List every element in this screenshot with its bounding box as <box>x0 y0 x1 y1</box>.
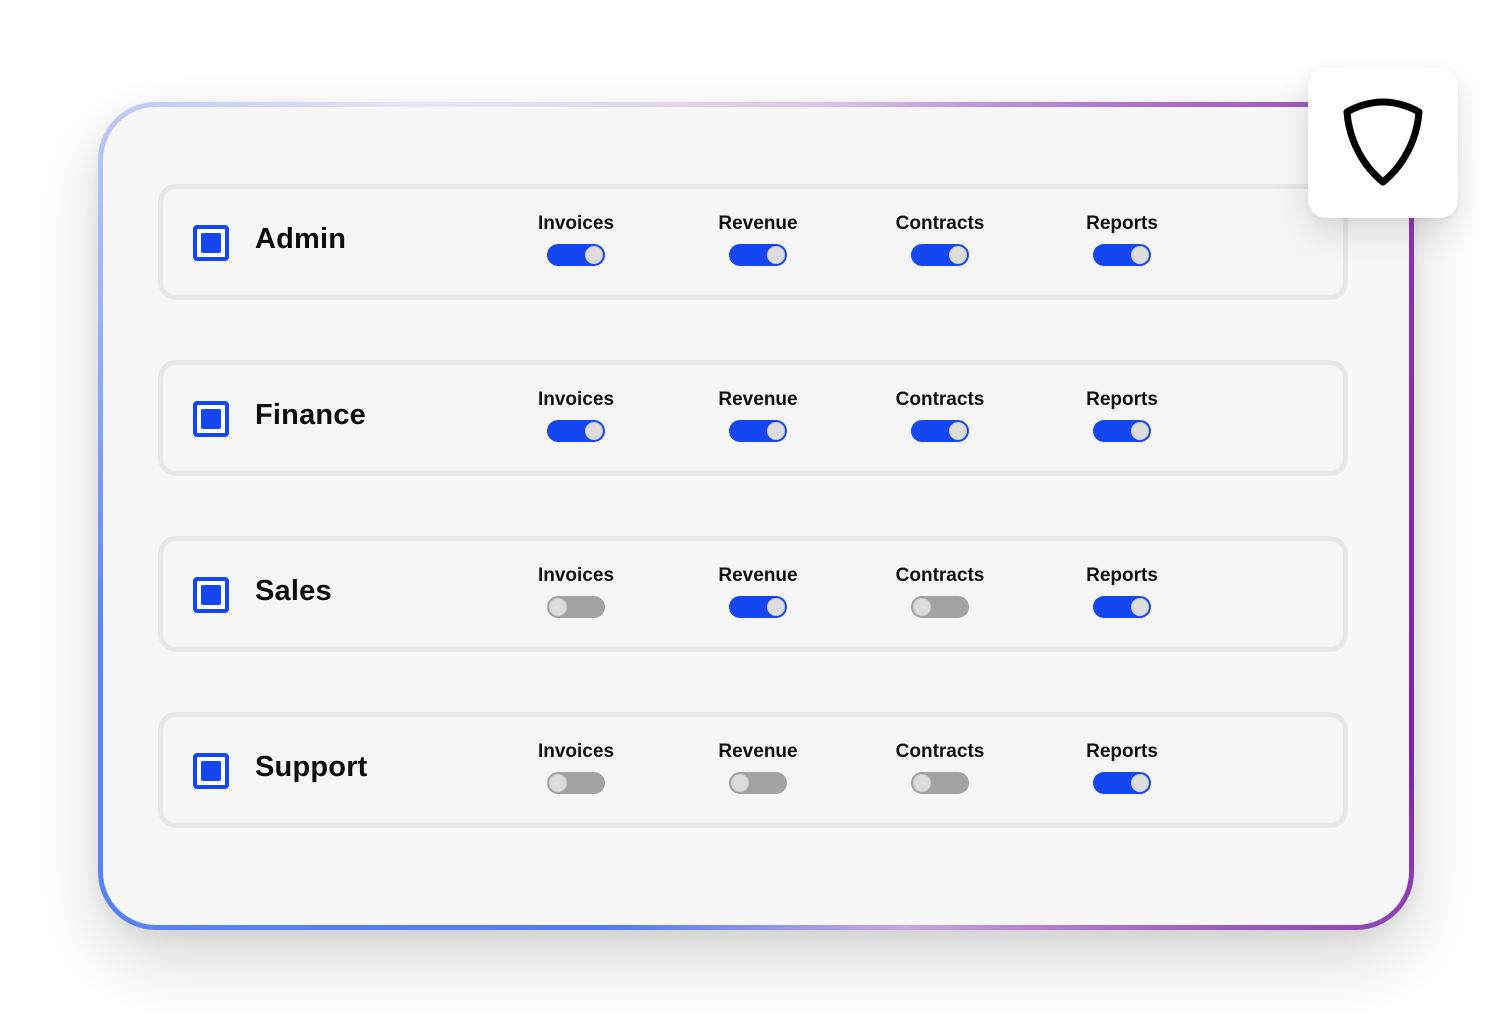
permission-toggle[interactable] <box>911 596 969 618</box>
role-checkbox[interactable] <box>193 577 229 613</box>
permission-label: Revenue <box>718 565 798 586</box>
checkbox-checked-mark <box>201 585 221 605</box>
security-badge <box>1308 68 1458 218</box>
permission-toggle[interactable] <box>911 772 969 794</box>
permission-toggle[interactable] <box>729 772 787 794</box>
permission-reports: Reports <box>1052 213 1192 266</box>
role-name: Admin <box>255 223 347 255</box>
permission-label: Reports <box>1086 565 1158 586</box>
permission-label: Invoices <box>537 565 615 586</box>
permission-label: Revenue <box>718 389 798 410</box>
toggle-knob <box>585 422 603 440</box>
toggle-knob <box>549 598 567 616</box>
permission-contracts: Contracts <box>870 389 1010 442</box>
toggle-knob <box>1131 246 1149 264</box>
permission-label: Contracts <box>895 565 985 586</box>
permission-label: Contracts <box>895 741 985 762</box>
permission-toggle[interactable] <box>1093 420 1151 442</box>
permission-label: Revenue <box>718 213 798 234</box>
permission-revenue: Revenue <box>688 389 828 442</box>
permission-toggle[interactable] <box>1093 596 1151 618</box>
permission-label: Invoices <box>537 213 615 234</box>
permission-revenue: Revenue <box>688 565 828 618</box>
toggle-knob <box>913 774 931 792</box>
permission-toggle[interactable] <box>911 244 969 266</box>
toggle-knob <box>767 246 785 264</box>
role-row-support: Support Invoices Revenue Contracts Repor… <box>158 712 1348 828</box>
toggle-knob <box>1131 598 1149 616</box>
toggle-knob <box>913 598 931 616</box>
checkbox-checked-mark <box>201 409 221 429</box>
permission-invoices: Invoices <box>506 389 646 442</box>
permission-contracts: Contracts <box>870 741 1010 794</box>
permission-label: Invoices <box>537 389 615 410</box>
permission-toggle[interactable] <box>911 420 969 442</box>
permission-revenue: Revenue <box>688 213 828 266</box>
permission-reports: Reports <box>1052 389 1192 442</box>
toggle-knob <box>549 774 567 792</box>
permission-toggle[interactable] <box>729 420 787 442</box>
permission-label: Contracts <box>895 389 985 410</box>
toggle-knob <box>949 246 967 264</box>
permission-toggle[interactable] <box>547 772 605 794</box>
permission-contracts: Contracts <box>870 565 1010 618</box>
toggle-knob <box>1131 422 1149 440</box>
permission-label: Contracts <box>895 213 985 234</box>
permission-label: Reports <box>1086 741 1158 762</box>
permission-invoices: Invoices <box>506 565 646 618</box>
role-name: Support <box>255 751 368 783</box>
role-checkbox[interactable] <box>193 401 229 437</box>
toggle-knob <box>767 422 785 440</box>
shield-icon <box>1343 98 1423 186</box>
permission-toggle[interactable] <box>729 244 787 266</box>
permission-contracts: Contracts <box>870 213 1010 266</box>
role-row-finance: Finance Invoices Revenue Contracts Repor… <box>158 360 1348 476</box>
permission-invoices: Invoices <box>506 741 646 794</box>
permission-label: Reports <box>1086 213 1158 234</box>
checkbox-checked-mark <box>201 233 221 253</box>
permission-toggle[interactable] <box>1093 772 1151 794</box>
stage: Admin Invoices Revenue Contracts Reports… <box>0 0 1512 1032</box>
permission-toggle[interactable] <box>1093 244 1151 266</box>
permission-reports: Reports <box>1052 741 1192 794</box>
permission-label: Revenue <box>718 741 798 762</box>
permission-toggle[interactable] <box>547 596 605 618</box>
role-row-admin: Admin Invoices Revenue Contracts Reports <box>158 184 1348 300</box>
permission-toggle[interactable] <box>729 596 787 618</box>
toggle-knob <box>1131 774 1149 792</box>
toggle-knob <box>767 598 785 616</box>
role-checkbox[interactable] <box>193 753 229 789</box>
role-name: Sales <box>255 575 332 607</box>
role-name: Finance <box>255 399 366 431</box>
toggle-knob <box>585 246 603 264</box>
permission-label: Reports <box>1086 389 1158 410</box>
role-checkbox[interactable] <box>193 225 229 261</box>
permission-label: Invoices <box>537 741 615 762</box>
permission-revenue: Revenue <box>688 741 828 794</box>
toggle-knob <box>731 774 749 792</box>
permission-toggle[interactable] <box>547 420 605 442</box>
toggle-knob <box>949 422 967 440</box>
checkbox-checked-mark <box>201 761 221 781</box>
permission-toggle[interactable] <box>547 244 605 266</box>
permission-reports: Reports <box>1052 565 1192 618</box>
role-row-sales: Sales Invoices Revenue Contracts Reports <box>158 536 1348 652</box>
permission-invoices: Invoices <box>506 213 646 266</box>
